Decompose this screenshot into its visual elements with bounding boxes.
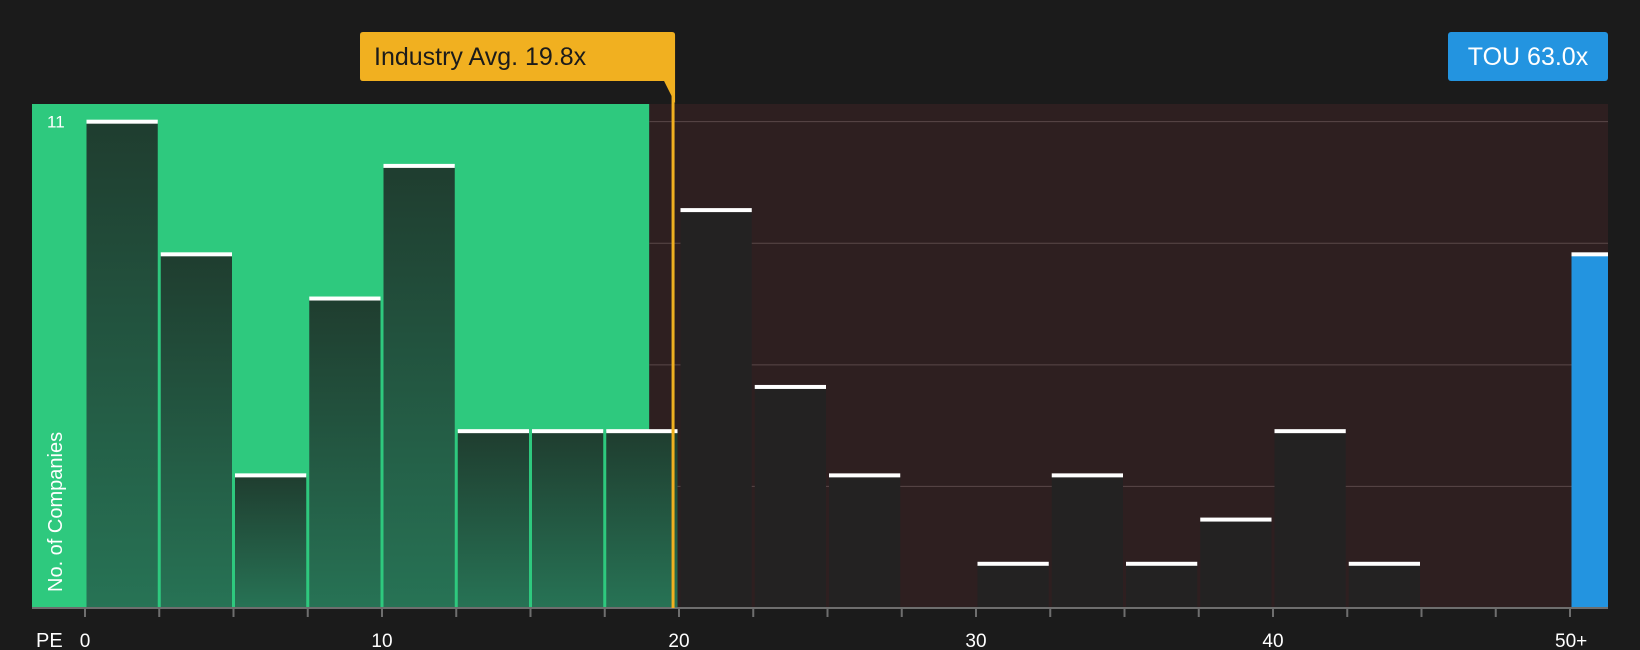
bar-cap-15: [1200, 517, 1272, 522]
bar-8: [680, 210, 752, 608]
bar-6: [532, 431, 604, 608]
bar-cap-1: [160, 252, 232, 257]
bar-14: [1126, 563, 1198, 608]
bar-cap-13: [1051, 473, 1123, 478]
y-axis-title: No. of Companies: [45, 432, 67, 592]
bar-20: [1571, 254, 1608, 608]
bar-cap-14: [1126, 561, 1198, 566]
bar-10: [829, 475, 901, 608]
x-tick-label-2: 20: [668, 631, 689, 650]
bar-cap-8: [680, 208, 752, 213]
bar-9: [754, 386, 826, 608]
bar-2: [235, 475, 307, 608]
bar-cap-5: [457, 429, 529, 434]
bar-5: [457, 431, 529, 608]
x-tick-label-4: 40: [1262, 631, 1283, 650]
bar-cap-20: [1571, 252, 1608, 257]
bar-7: [606, 431, 678, 608]
chart-svg: 11 0 10 20 30 40 50+ Industry Avg. 19.8x TOU …: [32, 32, 1608, 650]
bar-cap-12: [977, 561, 1049, 566]
company-label: TOU 63.0x: [1468, 43, 1589, 71]
bar-cap-9: [754, 384, 826, 389]
bar-cap-2: [235, 473, 307, 478]
x-tick-label-5: 50+: [1555, 631, 1587, 650]
bar-cap-17: [1348, 561, 1420, 566]
x-tick-label-0: 0: [80, 631, 91, 650]
bar-3: [309, 298, 381, 608]
bar-16: [1274, 431, 1346, 608]
bar-cap-10: [829, 473, 901, 478]
bar-4: [383, 165, 455, 609]
industry-average-label: Industry Avg. 19.8x: [374, 43, 587, 71]
bar-cap-7: [606, 429, 678, 434]
bar-17: [1348, 563, 1420, 608]
x-tick-label-3: 30: [965, 631, 986, 650]
bar-cap-0: [86, 119, 158, 124]
bar-1: [160, 254, 232, 608]
bar-12: [977, 563, 1049, 608]
y-tick-label-0: 11: [47, 113, 65, 132]
bar-0: [86, 121, 158, 609]
bar-13: [1051, 475, 1123, 608]
bar-15: [1200, 519, 1272, 608]
bar-cap-16: [1274, 429, 1346, 434]
bar-cap-6: [532, 429, 604, 434]
x-tick-label-1: 10: [371, 631, 392, 650]
x-axis-title: PE: [36, 630, 63, 650]
bar-cap-3: [309, 296, 381, 301]
bar-cap-4: [383, 163, 455, 168]
pe-distribution-chart: 11 0 10 20 30 40 50+ Industry Avg. 19.8x TOU …: [0, 0, 1640, 650]
